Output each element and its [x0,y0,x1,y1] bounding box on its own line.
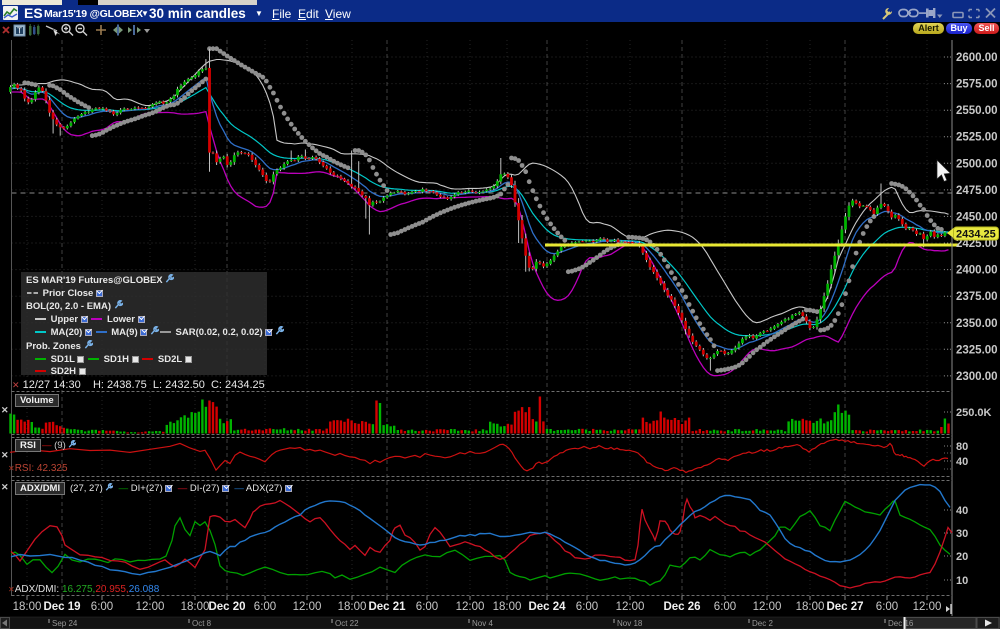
svg-text:18:00: 18:00 [796,601,825,613]
svg-text:Dec 20: Dec 20 [208,601,245,613]
svg-text:Oct 8: Oct 8 [192,619,212,628]
svg-text:6:00: 6:00 [416,601,438,613]
svg-text:12:00: 12:00 [293,601,322,613]
svg-text:18:00: 18:00 [13,601,42,613]
svg-text:Dec 26: Dec 26 [663,601,700,613]
svg-text:20: 20 [956,551,968,563]
svg-text:2325.00: 2325.00 [956,344,998,356]
svg-text:80: 80 [956,441,968,453]
svg-text:Dec 2: Dec 2 [752,619,773,628]
svg-text:12:00: 12:00 [456,601,485,613]
svg-text:2575.00: 2575.00 [956,79,998,91]
svg-text:12:00: 12:00 [136,601,165,613]
svg-text:10: 10 [956,575,968,587]
svg-text:2550.00: 2550.00 [956,105,998,117]
svg-text:Dec 24: Dec 24 [528,601,566,613]
svg-text:40: 40 [956,505,968,517]
svg-text:6:00: 6:00 [91,601,113,613]
svg-text:30: 30 [956,528,968,540]
svg-text:2434.25: 2434.25 [956,229,996,241]
svg-text:Oct 22: Oct 22 [335,619,359,628]
svg-text:2525.00: 2525.00 [956,132,998,144]
svg-text:6:00: 6:00 [876,601,898,613]
svg-text:2600.00: 2600.00 [956,52,998,64]
svg-text:Dec 16: Dec 16 [888,619,914,628]
svg-text:2375.00: 2375.00 [956,291,998,303]
svg-text:6:00: 6:00 [576,601,598,613]
svg-text:6:00: 6:00 [714,601,736,613]
svg-text:12:00: 12:00 [616,601,645,613]
svg-text:Dec 21: Dec 21 [368,601,406,613]
svg-text:2500.00: 2500.00 [956,158,998,170]
svg-text:18:00: 18:00 [338,601,367,613]
svg-text:Dec 19: Dec 19 [43,601,80,613]
svg-text:40: 40 [956,456,968,468]
svg-text:250.0K: 250.0K [956,407,992,419]
svg-text:12:00: 12:00 [913,601,942,613]
svg-text:Nov 18: Nov 18 [617,619,643,628]
svg-text:2400.00: 2400.00 [956,265,998,277]
svg-text:2450.00: 2450.00 [956,211,998,223]
svg-text:Dec 27: Dec 27 [826,601,863,613]
svg-text:Sep 24: Sep 24 [52,619,78,628]
svg-text:Nov 4: Nov 4 [472,619,493,628]
svg-text:6:00: 6:00 [254,601,276,613]
svg-text:12:00: 12:00 [753,601,782,613]
svg-text:2350.00: 2350.00 [956,318,998,330]
svg-text:2300.00: 2300.00 [956,371,998,383]
svg-text:18:00: 18:00 [493,601,522,613]
svg-text:2475.00: 2475.00 [956,185,998,197]
svg-text:18:00: 18:00 [181,601,210,613]
